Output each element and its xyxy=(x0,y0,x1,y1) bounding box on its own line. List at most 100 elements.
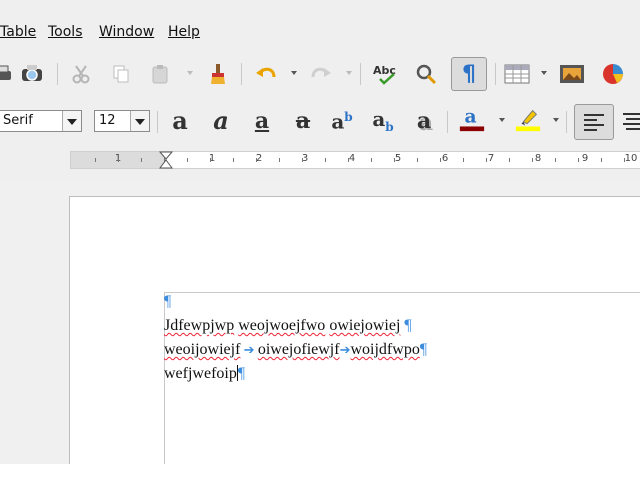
underline-icon[interactable]: a xyxy=(247,106,277,136)
paragraph-mark: ¶ xyxy=(237,365,246,382)
ruler-tick xyxy=(371,158,372,162)
ruler-tick xyxy=(417,158,418,162)
ruler-tick xyxy=(601,158,602,162)
paste-icon[interactable] xyxy=(145,59,175,89)
table-dropdown-arrow[interactable] xyxy=(541,71,547,75)
align-center-icon[interactable] xyxy=(618,106,640,136)
ruler-tick xyxy=(141,158,142,162)
toolbar-separator xyxy=(360,63,361,85)
document-paragraph[interactable]: Jdfewpjwp weojwoejfwo owiejowiej ¶ xyxy=(164,317,412,335)
paragraph-mark: ¶ xyxy=(419,341,428,358)
ruler-tick xyxy=(325,158,326,162)
bold-icon[interactable]: a xyxy=(165,106,195,136)
ruler-tick xyxy=(509,158,510,162)
cut-icon[interactable] xyxy=(66,59,96,89)
indent-marker-icon[interactable] xyxy=(159,151,173,169)
print-preview-icon[interactable] xyxy=(17,59,47,89)
tab-mark: ➔ xyxy=(240,342,258,357)
ruler-tick xyxy=(233,158,234,162)
document-paragraph[interactable]: ¶ xyxy=(164,293,171,311)
document-text: wefjwefoip xyxy=(164,365,237,382)
shadow-icon[interactable]: a xyxy=(409,106,439,136)
bottom-strip xyxy=(0,464,640,480)
paragraph-mark: ¶ xyxy=(164,293,172,310)
undo-icon[interactable] xyxy=(251,59,281,89)
clone-formatting-icon[interactable] xyxy=(203,59,233,89)
ruler-tick xyxy=(440,158,441,162)
misspelled-word: weoijowiejf xyxy=(164,341,241,358)
toolbar-separator xyxy=(447,111,448,133)
strikethrough-icon[interactable]: a xyxy=(288,106,318,136)
toolbar-separator xyxy=(495,63,496,85)
ruler-label: 9 xyxy=(581,153,589,164)
text-boundary-top xyxy=(164,292,640,293)
toolbar-separator xyxy=(566,111,567,133)
insert-chart-icon[interactable] xyxy=(598,59,628,89)
italic-icon[interactable]: a xyxy=(206,106,236,136)
font-size-combo[interactable]: 12 xyxy=(94,110,150,132)
svg-text:a: a xyxy=(465,106,477,128)
document-paragraph[interactable]: weoijowiejf ➔ oiwejofiewjf➔woijdfwpo¶ xyxy=(164,341,427,359)
ruler-tick xyxy=(187,158,188,162)
ruler-tick xyxy=(279,158,280,162)
ruler-tick xyxy=(555,158,556,162)
misspelled-word: woijdfwpo xyxy=(350,341,420,358)
horizontal-ruler[interactable]: 112345678910 xyxy=(70,151,640,169)
font-size-dropdown-button[interactable] xyxy=(130,111,149,131)
redo-icon[interactable] xyxy=(306,59,336,89)
tab-mark: ➔ xyxy=(339,342,351,357)
toolbar-separator xyxy=(157,111,158,133)
ruler-label: 7 xyxy=(487,153,495,164)
misspelled-word: weojwoejfwo xyxy=(238,317,326,334)
font-name-dropdown-button[interactable] xyxy=(62,111,81,131)
ruler-tick xyxy=(302,158,303,162)
ruler-label: 10 xyxy=(624,153,638,164)
ruler-tick xyxy=(118,158,119,162)
ruler-tick xyxy=(532,158,533,162)
ruler-tick xyxy=(624,158,625,162)
document-paragraph[interactable]: wefjwefoip¶ xyxy=(164,365,245,383)
highlight-dropdown-arrow[interactable] xyxy=(553,118,559,122)
table-icon[interactable] xyxy=(502,59,532,89)
redo-dropdown-arrow[interactable] xyxy=(346,71,352,75)
spellcheck-icon[interactable]: Abc xyxy=(371,59,401,89)
menu-window[interactable]: Window xyxy=(99,24,154,40)
pilcrow-icon: ¶ xyxy=(462,61,476,87)
superscript-icon[interactable]: ab xyxy=(327,106,357,136)
ruler-label: 5 xyxy=(394,153,402,164)
ruler-label: 6 xyxy=(441,153,449,164)
formatting-marks-toggle[interactable]: ¶ xyxy=(451,57,487,91)
ruler-label: 8 xyxy=(534,153,542,164)
misspelled-word: owiejowiej xyxy=(329,317,401,334)
ruler-tick xyxy=(578,158,579,162)
font-color-icon[interactable]: a xyxy=(457,104,487,134)
insert-image-icon[interactable] xyxy=(557,59,587,89)
ruler-tick xyxy=(486,158,487,162)
ruler-tick xyxy=(256,158,257,162)
ruler-label: 4 xyxy=(348,153,356,164)
autospellcheck-icon[interactable] xyxy=(411,59,441,89)
ruler-tick xyxy=(210,158,211,162)
ruler-tick xyxy=(95,158,96,162)
subscript-icon[interactable]: ab xyxy=(368,106,398,136)
paste-dropdown-arrow[interactable] xyxy=(187,71,193,75)
misspelled-word: Jdfewpjwp xyxy=(164,317,235,334)
ruler-tick xyxy=(394,158,395,162)
menu-table[interactable]: Table xyxy=(0,24,36,40)
ruler-tick xyxy=(348,158,349,162)
print-icon[interactable] xyxy=(0,59,18,89)
toolbar-separator xyxy=(241,63,242,85)
ruler-tick xyxy=(463,158,464,162)
align-left-icon[interactable] xyxy=(574,104,614,140)
paragraph-mark: ¶ xyxy=(404,317,412,334)
menu-help[interactable]: Help xyxy=(168,24,200,40)
font-color-dropdown-arrow[interactable] xyxy=(499,118,505,122)
font-name-combo[interactable]: Serif xyxy=(0,110,82,132)
menubar: Table Tools Window Help xyxy=(0,22,640,44)
copy-icon[interactable] xyxy=(106,59,136,89)
menu-tools[interactable]: Tools xyxy=(48,24,83,40)
toolbar-separator xyxy=(57,63,58,85)
misspelled-word: oiwejofiewjf xyxy=(257,341,340,358)
undo-dropdown-arrow[interactable] xyxy=(291,71,297,75)
highlight-color-icon[interactable] xyxy=(513,104,543,134)
